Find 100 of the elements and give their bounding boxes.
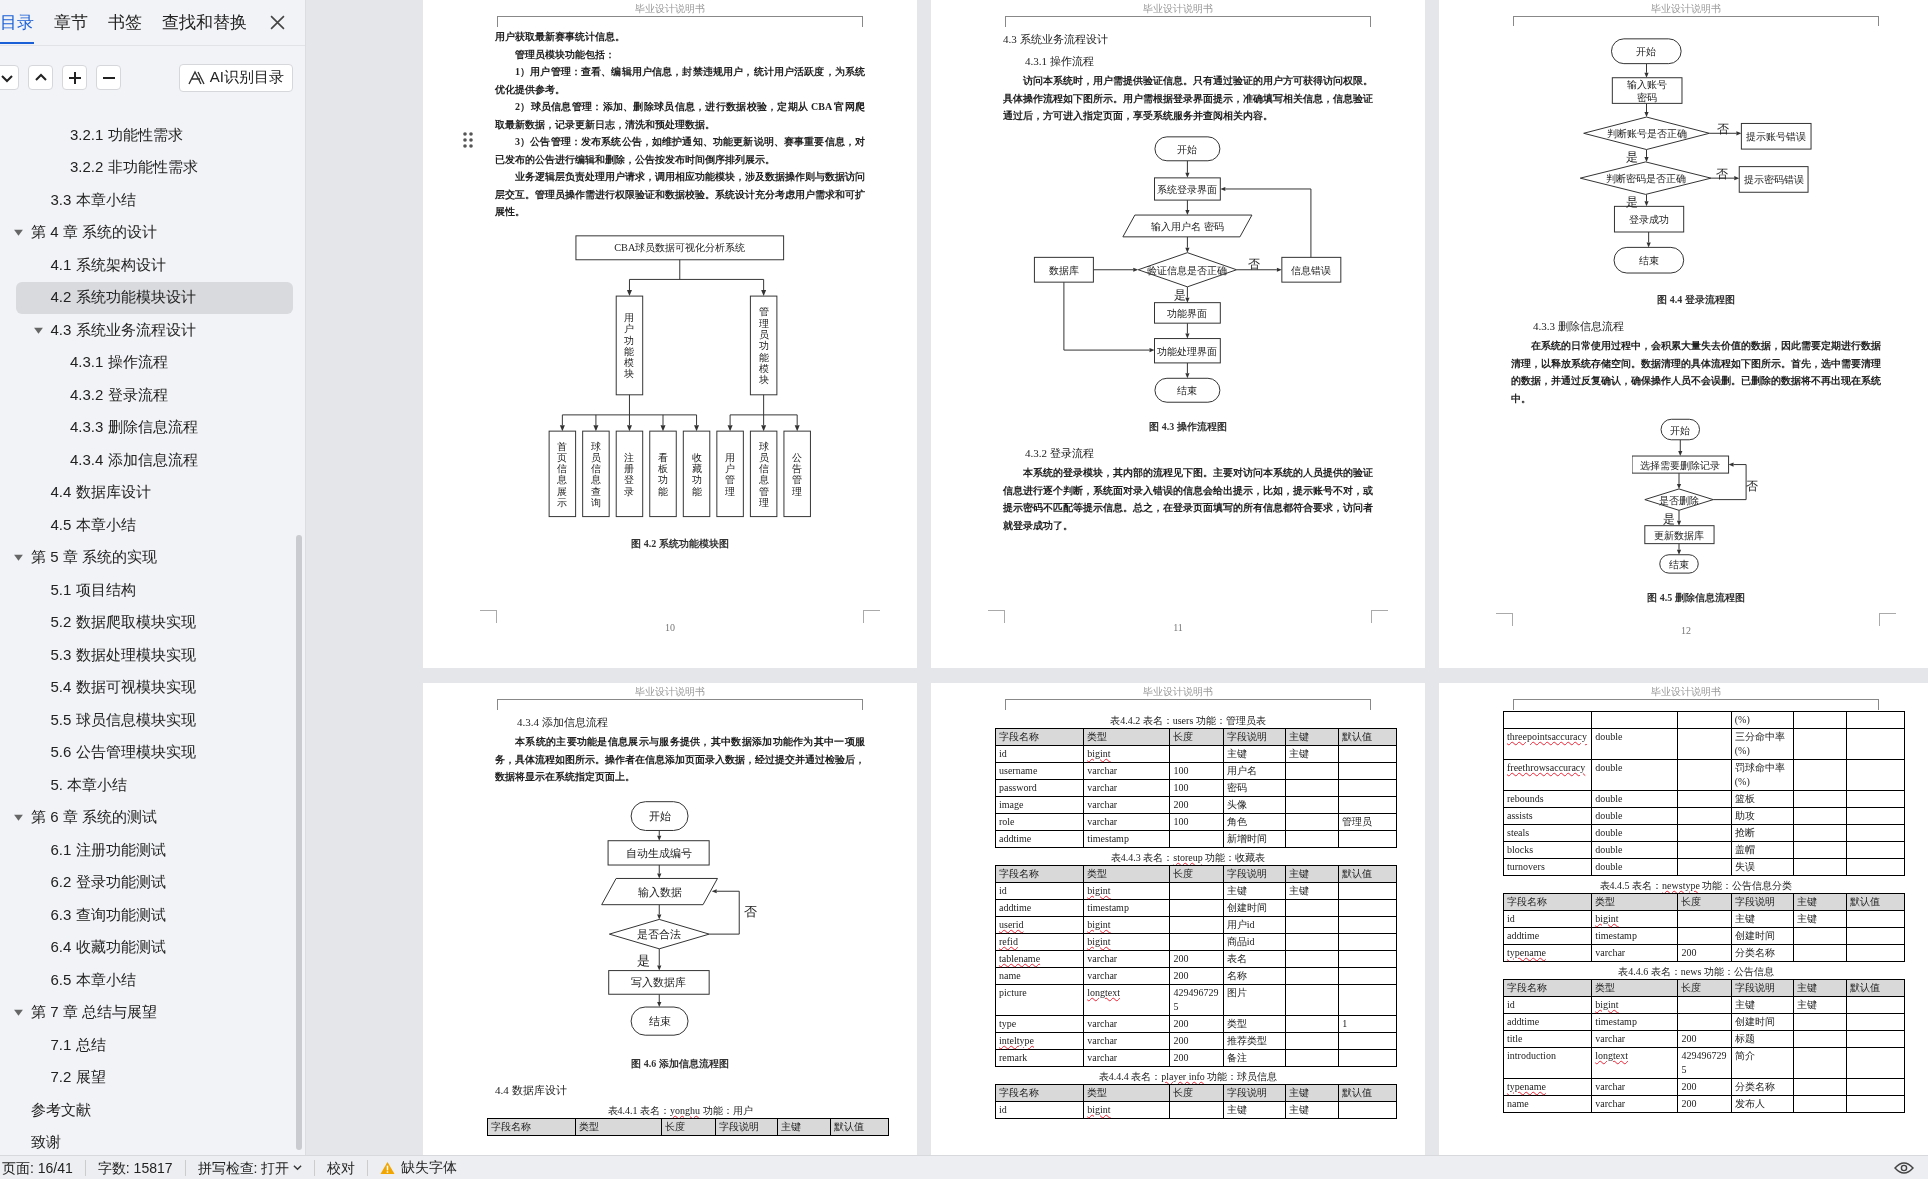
outline-item[interactable]: 第 5 章 系统的实现: [16, 541, 293, 574]
table-cell: [1677, 807, 1732, 825]
caret-icon[interactable]: [13, 1007, 24, 1019]
add-button[interactable]: [62, 65, 87, 90]
expand-button[interactable]: [0, 65, 19, 90]
outline-item[interactable]: 4.2 系统功能模块设计: [16, 281, 293, 314]
table-cell: bigint: [1083, 882, 1170, 900]
outline-item[interactable]: 5.5 球员信息模块实现: [16, 704, 293, 737]
column-header: 主键: [1793, 893, 1847, 911]
table-cell: [1846, 824, 1905, 842]
caret-icon[interactable]: [13, 812, 24, 824]
column-header: 字段名称: [995, 865, 1084, 883]
panel-tab[interactable]: 查找和替换: [162, 1, 247, 44]
outline-item[interactable]: 4.3.4 添加信息流程: [16, 444, 293, 477]
figure-caption: 图 4.3 操作流程图: [1148, 420, 1228, 434]
outline-item[interactable]: 4.1 系统架构设计: [16, 249, 293, 282]
table-cell: [1793, 759, 1847, 791]
outline-item[interactable]: 7.1 总结: [16, 1029, 293, 1062]
table-cell: 抢断: [1731, 824, 1794, 842]
column-header: 长度: [1169, 1084, 1224, 1102]
outline-item[interactable]: 5.3 数据处理模块实现: [16, 639, 293, 672]
outline-item[interactable]: 5. 本章小结: [16, 769, 293, 802]
table-cell: typename: [1503, 1078, 1592, 1096]
crop-mark: [863, 610, 880, 623]
outline-item[interactable]: 3.3 本章小结: [16, 184, 293, 217]
outline-item[interactable]: 6.5 本章小结: [16, 964, 293, 997]
table-cell: [1677, 841, 1732, 859]
outline-item[interactable]: 5.1 项目结构: [16, 574, 293, 607]
remove-button[interactable]: [96, 65, 121, 90]
branch-label: 否: [743, 904, 757, 919]
outline-item[interactable]: 4.4 数据库设计: [16, 476, 293, 509]
column-header: 字段说明: [1731, 979, 1794, 997]
panel-tab[interactable]: 目录: [0, 1, 34, 44]
table-cell: addtime: [1503, 927, 1592, 945]
table-cell: [1846, 927, 1905, 945]
collapse-button[interactable]: [28, 65, 53, 90]
scrollbar-thumb[interactable]: [296, 535, 302, 1150]
table-cell: 盖帽: [1731, 841, 1794, 859]
proofread-button[interactable]: 校对: [327, 1159, 369, 1176]
branch-label: 是: [1173, 287, 1186, 302]
table-cell: varchar: [1083, 950, 1170, 968]
outline-item[interactable]: 7.2 展望: [16, 1061, 293, 1094]
table-cell: remark: [995, 1049, 1084, 1067]
subsection-heading: 4.3.2 登录流程: [1024, 446, 1095, 461]
spellcheck-toggle[interactable]: 拼写检查: 打开: [197, 1159, 316, 1176]
table-caption: 表4.4.1 表名：yonghu 功能：用户: [606, 1104, 754, 1118]
outline-item[interactable]: 4.3.1 操作流程: [16, 346, 293, 379]
outline-item[interactable]: 3.2.2 非功能性需求: [16, 151, 293, 184]
outline-item[interactable]: 致谢: [16, 1126, 293, 1155]
table-cell: bigint: [1083, 1101, 1170, 1119]
outline-item[interactable]: 第 7 章 总结与展望: [16, 996, 293, 1029]
table-cell: 简介: [1731, 1047, 1794, 1079]
terminator-node: 开始: [630, 800, 689, 831]
close-icon[interactable]: [270, 15, 285, 30]
eye-icon[interactable]: [1894, 1160, 1914, 1175]
process-box: 选择需要删除记录: [1631, 455, 1729, 474]
table-cell: [1338, 933, 1397, 951]
table-cell: [1677, 759, 1732, 791]
table-cell: 罚球命中率(%): [1731, 759, 1794, 791]
outline-item[interactable]: 4.3.2 登录流程: [16, 379, 293, 412]
outline-item[interactable]: 4.3.3 删除信息流程: [16, 411, 293, 444]
table-cell: 备注: [1223, 1049, 1286, 1067]
table-caption: 表4.4.5 表名：newstype 功能：公告信息分类: [1598, 879, 1794, 893]
outline-item[interactable]: 6.3 查询功能测试: [16, 899, 293, 932]
caret-icon[interactable]: [13, 552, 24, 564]
table-cell: double: [1591, 824, 1678, 842]
outline-item[interactable]: 第 6 章 系统的测试: [16, 801, 293, 834]
function-box: 首页信息展示: [548, 430, 577, 517]
table-cell: [1285, 984, 1339, 1016]
outline-item[interactable]: 5.2 数据爬取模块实现: [16, 606, 293, 639]
flow-arrow: [694, 413, 700, 431]
crop-mark: [988, 610, 1005, 623]
panel-tab[interactable]: 章节: [54, 1, 88, 44]
crop-mark: [480, 610, 497, 623]
flow-arrow: [1185, 285, 1190, 303]
table-cell: [1677, 996, 1732, 1014]
missing-fonts-button[interactable]: 缺失字体: [380, 1158, 458, 1177]
outline-item[interactable]: 第 4 章 系统的设计: [16, 216, 293, 249]
table-cell: 角色: [1223, 813, 1286, 831]
table-cell: timestamp: [1083, 830, 1170, 848]
outline-item[interactable]: 6.4 收藏功能测试: [16, 931, 293, 964]
table-cell: [1846, 1047, 1905, 1079]
outline-item[interactable]: 4.5 本章小结: [16, 509, 293, 542]
table-cell: varchar: [1083, 813, 1170, 831]
outline-item[interactable]: 6.2 登录功能测试: [16, 866, 293, 899]
outline-item[interactable]: 5.4 数据可视模块实现: [16, 671, 293, 704]
outline-item[interactable]: 6.1 注册功能测试: [16, 834, 293, 867]
panel-tab[interactable]: 书签: [108, 1, 142, 44]
ai-toc-button[interactable]: AI识别目录: [178, 63, 293, 92]
system-box: CBA球员数据可视化分析系统: [575, 234, 785, 260]
section-heading: 4.4 数据库设计: [495, 1083, 568, 1098]
drag-handle-icon[interactable]: [463, 132, 473, 148]
outline-item[interactable]: 5.6 公告管理模块实现: [16, 736, 293, 769]
outline-item[interactable]: 参考文献: [16, 1094, 293, 1127]
caret-icon[interactable]: [13, 227, 24, 239]
outline-item[interactable]: 4.3 系统业务流程设计: [16, 314, 293, 347]
outline-item[interactable]: 3.2.1 功能性需求: [16, 119, 293, 152]
flow-arrow: [656, 993, 661, 1007]
table-cell: turnovers: [1503, 858, 1592, 876]
table-cell: bigint: [1083, 916, 1170, 934]
